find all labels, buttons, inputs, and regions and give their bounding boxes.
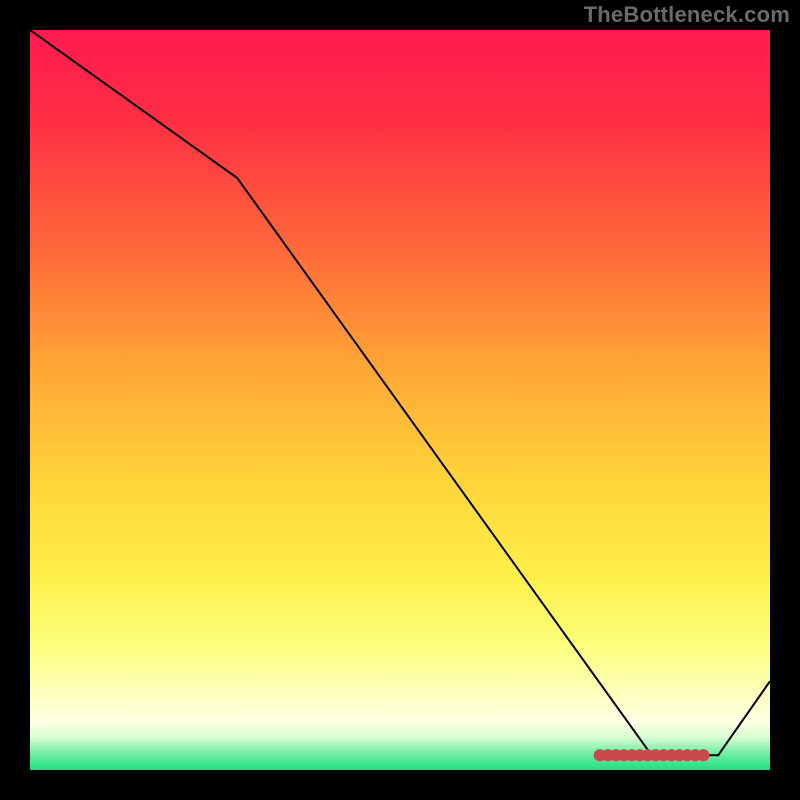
data-marker: [698, 750, 708, 760]
watermark-text: TheBottleneck.com: [584, 2, 790, 28]
data-markers: [30, 30, 770, 770]
chart-frame: TheBottleneck.com: [0, 0, 800, 800]
plot-area: [30, 30, 770, 770]
